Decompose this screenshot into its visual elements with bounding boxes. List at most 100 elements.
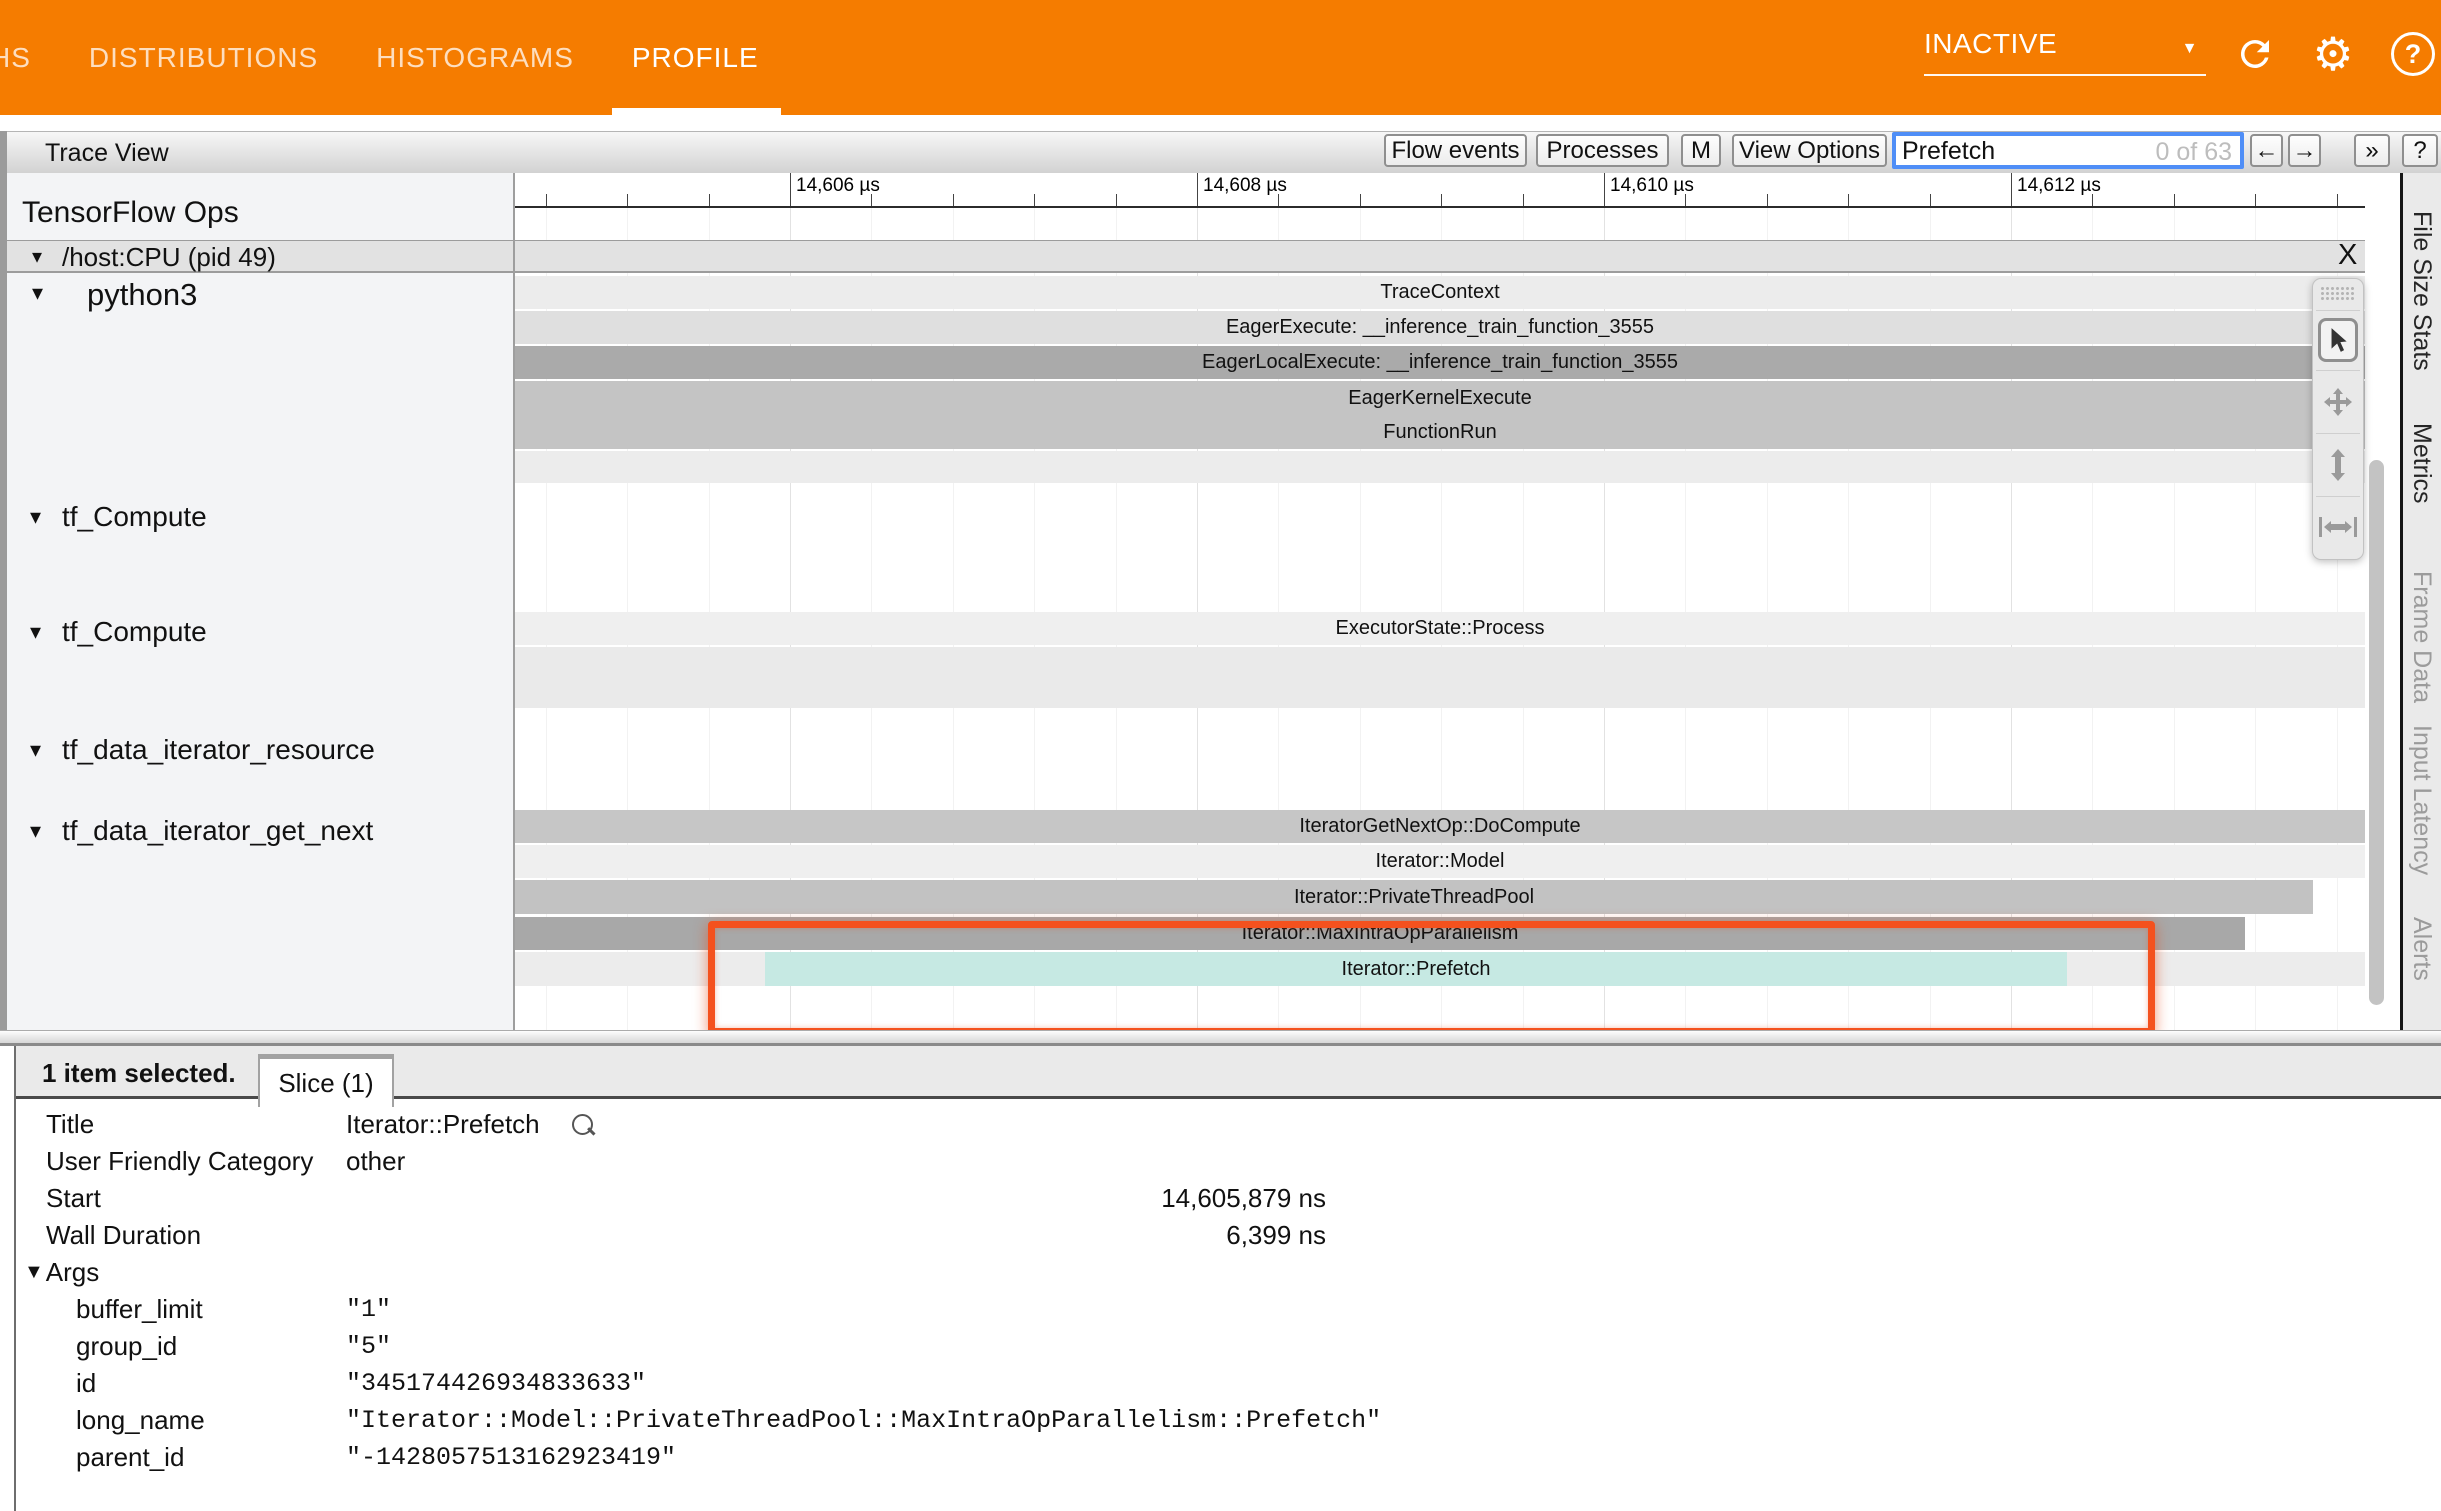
trace-event-eagerkernelexecute[interactable]: EagerKernelExecute [515,381,2365,415]
trace-event-executorstate[interactable]: ExecutorState::Process [515,612,2365,645]
cursor-icon [2318,318,2358,362]
detail-field-label: User Friendly Category [46,1146,346,1177]
ruler-minor-tick [1523,194,1524,206]
ruler-minor-tick [1034,194,1035,206]
ruler-minor-tick [1930,194,1931,206]
search-result-count: 0 of 63 [2156,138,2232,167]
column-divider [513,173,515,1030]
arg-value: "345174426934833633" [346,1369,646,1398]
header-gap [0,115,2441,131]
ruler-tick-label: 14,608 µs [1203,175,1287,197]
vertical-zoom-icon [2325,448,2351,482]
ruler-minor-tick [2174,194,2175,206]
track-label-tf_compute[interactable]: tf_Compute [62,616,207,648]
trace-view-title: Trace View [45,139,169,168]
collapse-caret-icon[interactable]: ▾ [30,818,41,844]
sidebar-tab-alerts[interactable]: Alerts [2407,917,2436,981]
trace-event-label: IteratorGetNextOp::DoCompute [1299,815,1580,838]
collapse-caret-icon[interactable]: ▾ [32,280,43,306]
ruler-minor-tick [2337,194,2338,206]
selection-status: 1 item selected. [42,1058,236,1089]
tab-profile[interactable]: PROFILE [632,0,759,115]
settings-gear-icon[interactable]: ⚙ [2309,30,2357,78]
arg-row-group_id: group_id"5" [16,1328,2416,1365]
ruler-minor-tick [709,194,710,206]
sidebar-tab-metrics[interactable]: Metrics [2407,423,2436,504]
ruler-minor-tick [1116,194,1117,206]
detail-field-label: Title [46,1109,346,1140]
run-selector[interactable]: INACTIVE ▼ [1924,28,2206,76]
collapse-caret-icon[interactable]: ▾ [30,504,41,530]
toolbar-button-m[interactable]: M [1681,134,1721,167]
trace-timeline: TraceContextEagerExecute: __inference_tr… [7,173,2400,1030]
magnifier-icon[interactable] [572,1114,593,1135]
zoom-vertical-tool-button[interactable] [2313,435,2363,495]
track-label-tf_data_iterator_get_next[interactable]: tf_data_iterator_get_next [62,815,373,847]
sidebar-tab-input-latency[interactable]: Input Latency [2407,725,2436,875]
tab-distributions[interactable]: DISTRIBUTIONS [89,0,318,115]
trace-event-functionrun[interactable]: FunctionRun [515,415,2365,449]
trace-event-eagerexecute[interactable]: EagerExecute: __inference_train_function… [515,311,2365,344]
collapse-caret-icon[interactable]: ▾ [30,619,41,645]
track-label-tf_data_iterator_resource[interactable]: tf_data_iterator_resource [62,734,375,766]
toolbar-button-flow-events[interactable]: Flow events [1384,134,1527,167]
run-selector-value: INACTIVE [1924,28,2057,59]
track-label-python3[interactable]: python3 [87,277,197,313]
sidebar-tab-frame-data[interactable]: Frame Data [2407,571,2436,703]
vertical-scrollbar[interactable] [2369,460,2384,1005]
refresh-icon[interactable] [2231,30,2279,78]
tensorboard-profile-page: HS DISTRIBUTIONS HISTOGRAMS PROFILE INACTIV… [0,0,2441,1511]
arg-value: "Iterator::Model::PrivateThreadPool::Max… [346,1406,1381,1435]
pan-icon [2322,386,2354,418]
zoom-horizontal-tool-button[interactable] [2313,498,2363,556]
search-box: 0 of 63 [1892,132,2244,169]
search-input[interactable] [1900,136,2154,167]
trace-event-tracecontext[interactable]: TraceContext [515,276,2365,309]
trace-event-label: Iterator::Model [1376,850,1505,873]
close-process-button[interactable]: X [2338,239,2357,272]
trace-event-iterator[interactable]: Iterator::Model [515,845,2365,878]
select-tool-button[interactable] [2313,312,2363,368]
tensorflow-ops-header: TensorFlow Ops [22,196,239,230]
search-prev-button[interactable]: ← [2250,134,2283,167]
ruler-minor-tick [1360,194,1361,206]
trace-event-iterator[interactable]: Iterator::PrivateThreadPool [515,880,2313,914]
collapse-caret-icon[interactable]: ▾ [30,737,41,763]
trace-tool-panel [2312,278,2364,560]
help-button[interactable]: ? [2402,134,2438,167]
args-collapse-caret-icon[interactable]: ▼ [24,1261,44,1284]
arg-value: "5" [346,1332,391,1361]
tab-hs[interactable]: HS [0,0,31,115]
arg-key: id [76,1368,346,1399]
arg-value: "1" [346,1295,391,1324]
trace-event-label: Iterator::PrivateThreadPool [1294,886,1534,909]
track-label-tf_compute[interactable]: tf_Compute [62,501,207,533]
search-next-button[interactable]: → [2288,134,2321,167]
arg-row-buffer_limit: buffer_limit"1" [16,1291,2416,1328]
trace-event-eagerlocalexecute[interactable]: EagerLocalExecute: __inference_train_fun… [515,346,2365,379]
toolbar-button-view-options[interactable]: View Options [1732,134,1887,167]
trace-row-band [515,647,2365,708]
panel-divider[interactable] [0,1030,2441,1046]
trace-event-label: EagerLocalExecute: __inference_train_fun… [1202,351,1678,374]
trace-event-label: FunctionRun [1383,421,1496,444]
drag-grip-icon[interactable] [2313,279,2363,309]
help-icon[interactable]: ? [2389,30,2437,78]
collapse-caret-icon[interactable]: ▾ [32,244,42,269]
tab-slice[interactable]: Slice (1) [258,1054,394,1107]
pan-tool-button[interactable] [2313,372,2363,432]
ruler-major-tick [1604,173,1605,206]
tab-histograms[interactable]: HISTOGRAMS [376,0,574,115]
args-header-row[interactable]: ▼Args [16,1254,2416,1291]
detail-field-value: other [346,1146,405,1177]
detail-field-value: 14,605,879 ns [16,1183,1326,1214]
horizontal-zoom-icon [2318,515,2358,539]
detail-row-start: Start14,605,879 ns [16,1180,2416,1217]
ruler-minor-tick [1767,194,1768,206]
trace-event-iteratorgetnextop[interactable]: IteratorGetNextOp::DoCompute [515,810,2365,843]
sidebar-tab-file-size-stats[interactable]: File Size Stats [2407,211,2436,371]
details-panel: 1 item selected. Slice (1) TitleIterator… [0,1046,2441,1511]
process-row-host-cpu[interactable]: ▾ /host:CPU (pid 49) X [7,240,2365,273]
expand-button[interactable]: » [2354,134,2390,167]
toolbar-button-processes[interactable]: Processes [1536,134,1669,167]
